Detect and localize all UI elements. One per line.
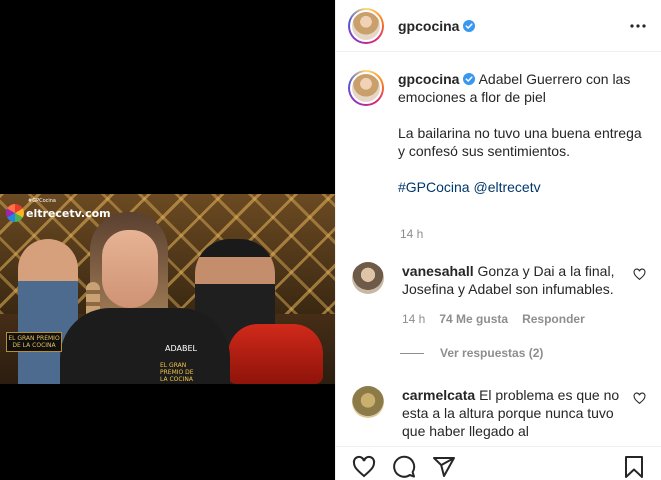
comment-like-heart-icon[interactable] [633, 392, 646, 405]
view-replies-button[interactable]: Ver respuestas (2) [400, 346, 543, 360]
comment-like-heart-icon[interactable] [633, 268, 646, 281]
comment: carmelcata El problema es que no esta a … [348, 386, 654, 440]
verified-badge-icon [463, 19, 476, 32]
reply-button[interactable]: Responder [522, 310, 585, 328]
caption-avatar[interactable] [348, 70, 384, 106]
post-media[interactable]: ADABEL EL GRAN PREMIO DE LA COCINA eltre… [0, 0, 335, 480]
video-frame[interactable]: ADABEL EL GRAN PREMIO DE LA COCINA eltre… [0, 194, 335, 384]
avatar[interactable] [348, 7, 384, 44]
post-header: gpcocina [336, 0, 661, 52]
caption-timestamp[interactable]: 14 h [400, 227, 423, 241]
caption-hashtags[interactable]: #GPCocina @eltrecetv [398, 178, 652, 196]
comment: vanesahall Gonza y Dai a la final, Josef… [348, 262, 654, 328]
comment-meta: 14 h 74 Me gusta Responder [402, 310, 622, 328]
verified-badge-icon [463, 73, 476, 85]
post-caption: gpcocina Adabel Guerrero con las emocion… [348, 70, 654, 196]
comment-avatar[interactable] [352, 262, 384, 294]
bookmark-icon[interactable] [622, 455, 646, 479]
heart-icon[interactable] [352, 455, 376, 479]
comment-icon[interactable] [392, 455, 416, 479]
instagram-post: ADABEL EL GRAN PREMIO DE LA COCINA eltre… [0, 0, 661, 480]
channel-logo: eltrecetv.com #GPCocina [6, 198, 111, 222]
jacket-show-logo: EL GRAN PREMIO DE LA COCINA [160, 362, 194, 383]
caption-paragraph: La bailarina no tuvo una buena entrega y… [398, 125, 642, 159]
comment-username[interactable]: vanesahall [402, 263, 474, 279]
stand-mixer [228, 324, 323, 384]
jacket-name: ADABEL [165, 344, 197, 353]
action-bar [336, 446, 661, 480]
comment-timestamp[interactable]: 14 h [402, 310, 425, 328]
comment-likes[interactable]: 74 Me gusta [439, 310, 508, 328]
contestant: ADABEL EL GRAN PREMIO DE LA COCINA [60, 212, 230, 384]
channel-flower-icon [6, 204, 24, 222]
comment-username[interactable]: carmelcata [402, 387, 475, 403]
comment-avatar[interactable] [352, 386, 384, 418]
caption-username[interactable]: gpcocina [398, 71, 459, 87]
more-options-icon[interactable] [628, 16, 648, 36]
show-logo: EL GRAN PREMIO DE LA COCINA [6, 332, 62, 352]
share-icon[interactable] [432, 455, 456, 479]
post-details: gpcocina gpcocina Adabel Guerrero con la… [335, 0, 661, 480]
header-username[interactable]: gpcocina [398, 18, 476, 34]
